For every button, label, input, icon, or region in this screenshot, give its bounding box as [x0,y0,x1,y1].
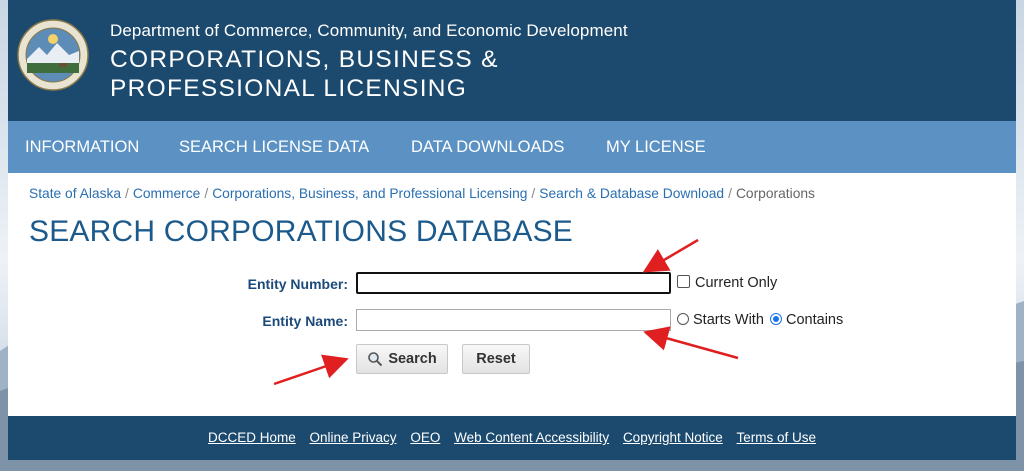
current-only-option[interactable]: Current Only [677,275,777,291]
breadcrumb-commerce[interactable]: Commerce [133,186,200,201]
footer-link-web-content-accessibility[interactable]: Web Content Accessibility [454,430,609,445]
entity-name-input[interactable] [356,309,671,331]
nav-information[interactable]: INFORMATION [25,121,139,173]
footer-link-terms-of-use[interactable]: Terms of Use [737,430,817,445]
page-title: SEARCH CORPORATIONS DATABASE [29,215,574,248]
entity-number-input[interactable] [356,272,671,294]
footer-link-copyright-notice[interactable]: Copyright Notice [623,430,723,445]
breadcrumb-cbpl[interactable]: Corporations, Business, and Professional… [212,186,527,201]
current-only-checkbox[interactable] [677,275,690,288]
starts-with-label: Starts With [693,312,764,328]
current-only-label: Current Only [695,275,778,291]
contains-option[interactable]: Contains [770,312,843,328]
breadcrumb: State of Alaska / Commerce / Corporations, B… [29,186,815,201]
starts-with-radio[interactable] [677,313,689,325]
footer-link-oeo[interactable]: OEO [410,430,440,445]
site-footer: DCCED Home Online Privacy OEO Web Conten… [8,416,1016,460]
breadcrumb-separator: / [125,186,129,201]
nav-my-license[interactable]: MY LICENSE [606,121,706,173]
reset-button-label: Reset [476,351,516,367]
breadcrumb-separator: / [728,186,732,201]
search-button-label: Search [388,351,437,367]
department-name: Department of Commerce, Community, and E… [110,21,628,40]
nav-data-downloads[interactable]: DATA DOWNLOADS [411,121,564,173]
breadcrumb-separator: / [531,186,536,201]
breadcrumb-current: Corporations [735,186,815,201]
entity-number-label: Entity Number: [247,276,348,292]
search-button[interactable]: Search [356,344,448,374]
magnifier-icon [368,352,383,367]
page-container: Department of Commerce, Community, and E… [8,0,1016,460]
division-title: CORPORATIONS, BUSINESS & PROFESSIONAL LI… [110,45,630,103]
main-nav: INFORMATION SEARCH LICENSE DATA DATA DOW… [8,121,1016,173]
state-seal-icon [17,19,89,91]
breadcrumb-state-of-alaska[interactable]: State of Alaska [29,186,121,201]
footer-links: DCCED Home Online Privacy OEO Web Conten… [8,430,1016,445]
starts-with-option[interactable]: Starts With [677,312,764,328]
footer-link-online-privacy[interactable]: Online Privacy [310,430,397,445]
site-header: Department of Commerce, Community, and E… [8,0,1016,121]
entity-name-label: Entity Name: [262,313,348,329]
contains-label: Contains [786,312,844,328]
breadcrumb-separator: / [204,186,209,201]
contains-radio[interactable] [770,313,782,325]
division-title-line2: PROFESSIONAL LICENSING [110,75,468,102]
footer-link-dcced-home[interactable]: DCCED Home [208,430,296,445]
breadcrumb-search-database-download[interactable]: Search & Database Download [539,186,724,201]
division-title-line1: CORPORATIONS, BUSINESS & [110,46,499,73]
reset-button[interactable]: Reset [462,344,530,374]
nav-search-license-data[interactable]: SEARCH LICENSE DATA [179,121,369,173]
